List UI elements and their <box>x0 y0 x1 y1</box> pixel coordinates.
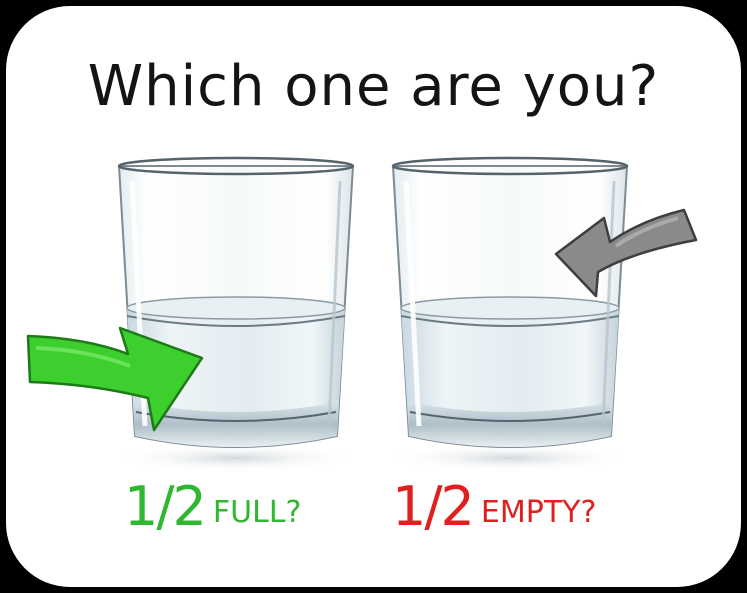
caption-full-word: FULL? <box>212 495 302 530</box>
glass-half-empty-icon <box>385 156 635 472</box>
caption-empty-fraction: 1/2 <box>392 475 475 538</box>
glasses-illustration <box>26 156 698 472</box>
caption-half-empty: 1/2 EMPTY? <box>392 480 596 534</box>
caption-half-full: 1/2 FULL? <box>124 480 301 534</box>
caption-full-fraction: 1/2 <box>124 475 207 538</box>
glass-half-full-icon <box>111 156 361 472</box>
poster-card: Which one are you? 1/2 FULL? 1/2 EMPTY? <box>6 6 741 587</box>
caption-empty-word: EMPTY? <box>480 495 597 530</box>
